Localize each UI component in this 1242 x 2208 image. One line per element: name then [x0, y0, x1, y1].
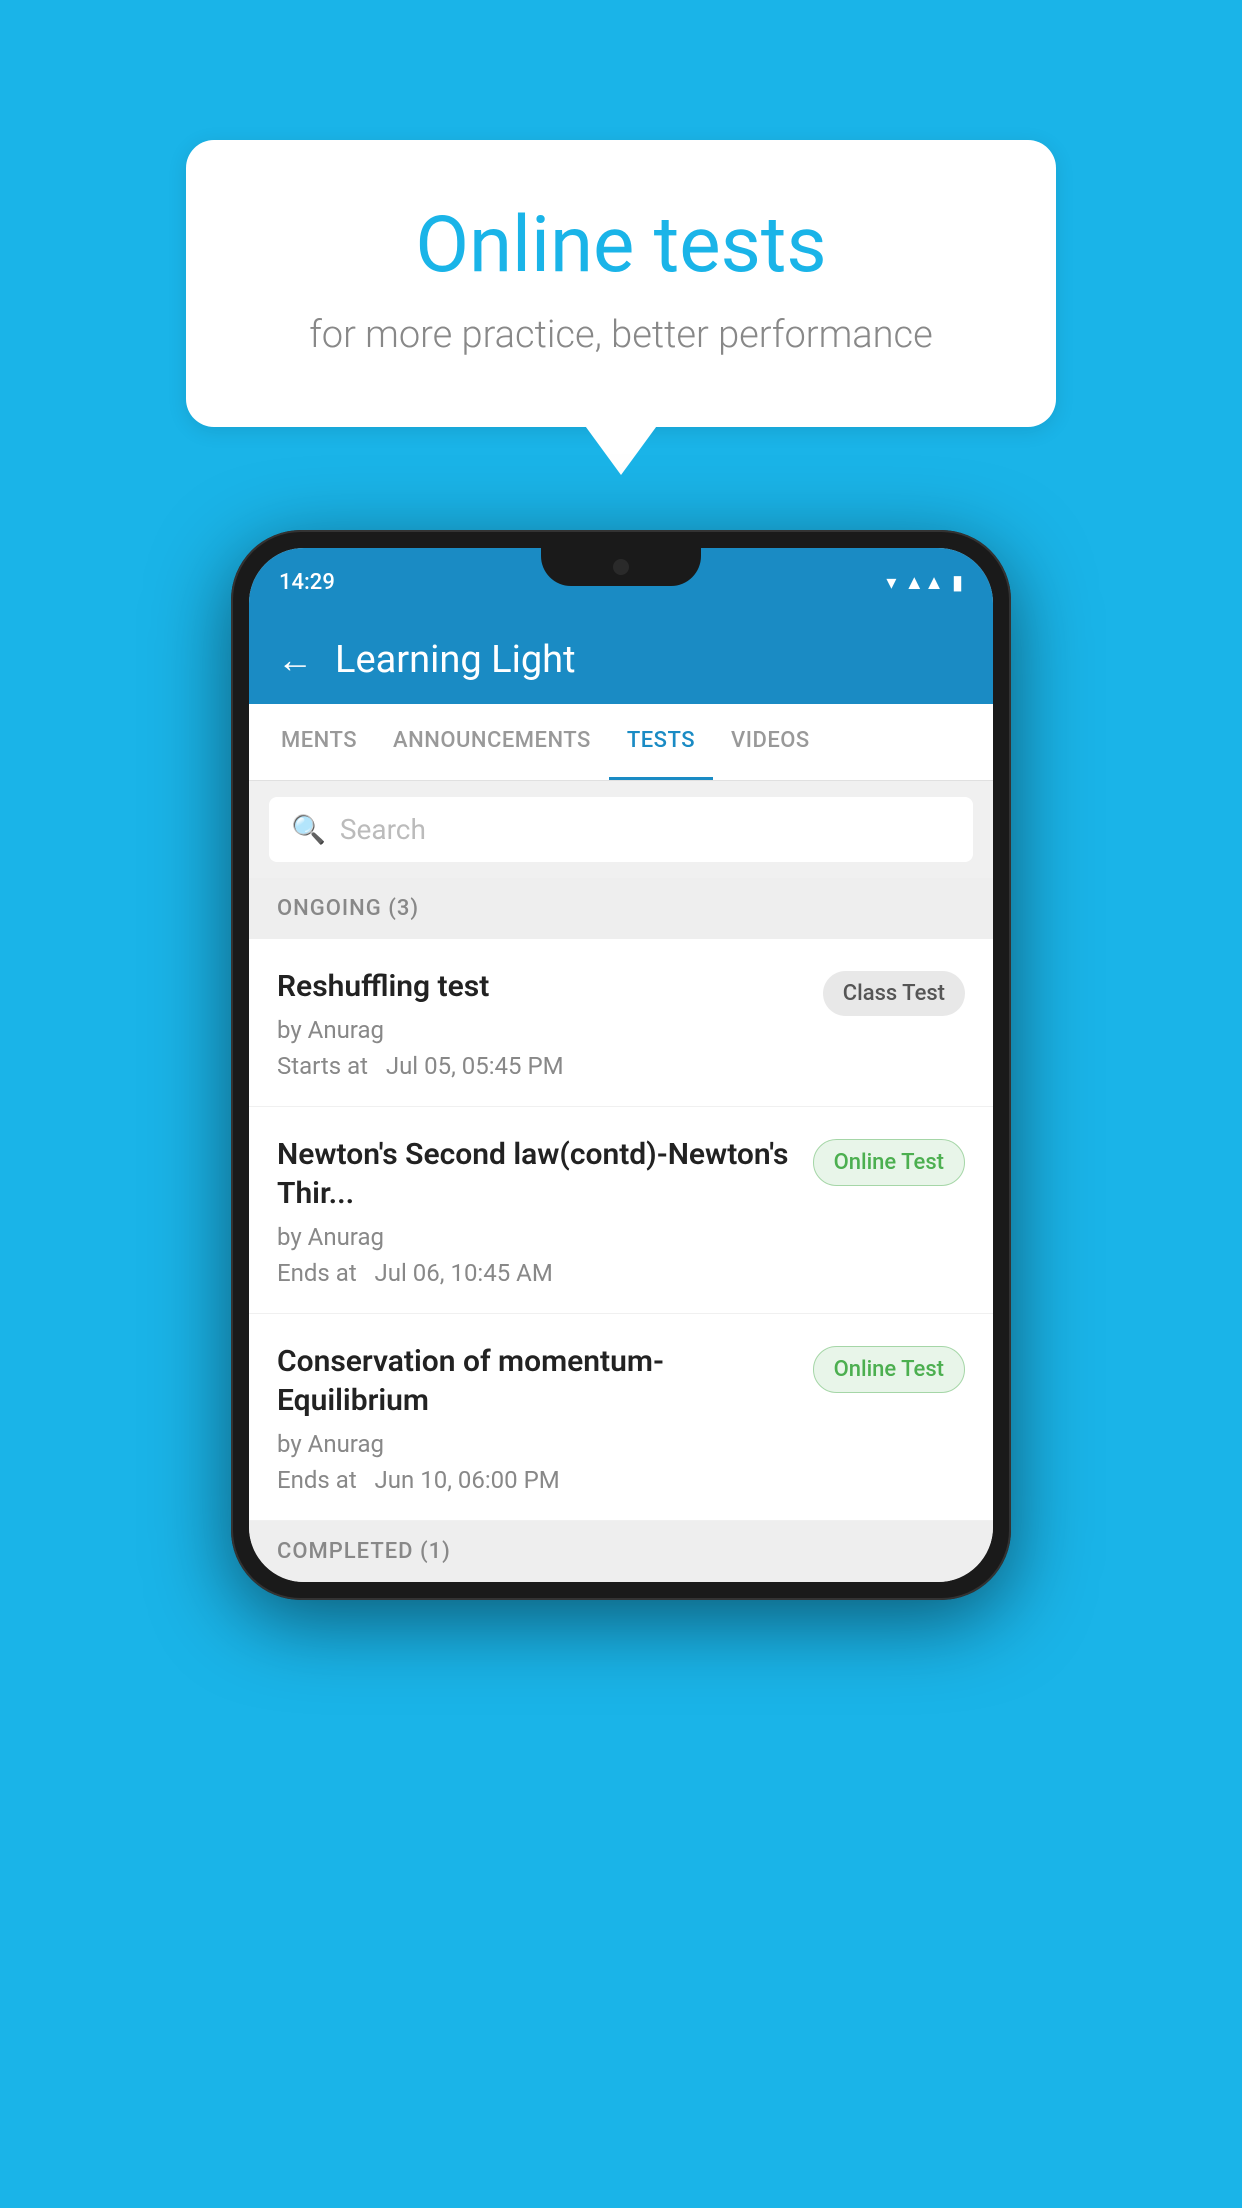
completed-section-header: COMPLETED (1) — [249, 1521, 993, 1582]
test-title-1: Reshuffling test — [277, 967, 803, 1006]
test-item-1[interactable]: Reshuffling test by Anurag Starts at Jul… — [249, 939, 993, 1107]
bubble-subtitle: for more practice, better performance — [266, 313, 976, 357]
phone-container: 14:29 ▾ ▲▲ ▮ ← Learning Light MENTS ANNO… — [231, 530, 1011, 1600]
test-item-3[interactable]: Conservation of momentum-Equilibrium by … — [249, 1314, 993, 1521]
test-list: Reshuffling test by Anurag Starts at Jul… — [249, 939, 993, 1521]
status-bar: 14:29 ▾ ▲▲ ▮ — [249, 548, 993, 616]
back-button[interactable]: ← — [277, 639, 313, 681]
test-title-2: Newton's Second law(contd)-Newton's Thir… — [277, 1135, 793, 1213]
tab-tests[interactable]: TESTS — [609, 704, 713, 780]
test-title-3: Conservation of momentum-Equilibrium — [277, 1342, 793, 1420]
test-item-2[interactable]: Newton's Second law(contd)-Newton's Thir… — [249, 1107, 993, 1314]
test-badge-2: Online Test — [813, 1139, 965, 1186]
search-icon: 🔍 — [291, 813, 326, 846]
app-title: Learning Light — [335, 638, 576, 682]
bubble-title: Online tests — [266, 200, 976, 291]
test-date-3: Ends at Jun 10, 06:00 PM — [277, 1466, 793, 1494]
test-by-1: by Anurag — [277, 1016, 803, 1044]
speech-bubble: Online tests for more practice, better p… — [186, 140, 1056, 427]
phone-screen: 14:29 ▾ ▲▲ ▮ ← Learning Light MENTS ANNO… — [249, 548, 993, 1582]
test-info-1: Reshuffling test by Anurag Starts at Jul… — [277, 967, 823, 1080]
tab-videos[interactable]: VIDEOS — [713, 704, 828, 780]
app-header: ← Learning Light — [249, 616, 993, 704]
search-placeholder: Search — [340, 813, 426, 846]
test-date-2: Ends at Jul 06, 10:45 AM — [277, 1259, 793, 1287]
battery-icon: ▮ — [952, 570, 963, 594]
test-info-3: Conservation of momentum-Equilibrium by … — [277, 1342, 813, 1494]
test-by-3: by Anurag — [277, 1430, 793, 1458]
test-date-1: Starts at Jul 05, 05:45 PM — [277, 1052, 803, 1080]
ongoing-section-header: ONGOING (3) — [249, 878, 993, 939]
search-container: 🔍 Search — [249, 781, 993, 878]
test-info-2: Newton's Second law(contd)-Newton's Thir… — [277, 1135, 813, 1287]
tab-ments[interactable]: MENTS — [263, 704, 375, 780]
speech-bubble-container: Online tests for more practice, better p… — [186, 140, 1056, 427]
status-time: 14:29 — [279, 570, 335, 595]
phone-notch — [541, 548, 701, 586]
test-badge-3: Online Test — [813, 1346, 965, 1393]
tab-announcements[interactable]: ANNOUNCEMENTS — [375, 704, 609, 780]
test-badge-1: Class Test — [823, 971, 965, 1016]
signal-icon: ▲▲ — [904, 570, 944, 595]
search-bar[interactable]: 🔍 Search — [269, 797, 973, 862]
camera — [610, 556, 632, 578]
wifi-icon: ▾ — [886, 570, 896, 594]
status-icons: ▾ ▲▲ ▮ — [886, 570, 963, 595]
test-by-2: by Anurag — [277, 1223, 793, 1251]
tabs-container: MENTS ANNOUNCEMENTS TESTS VIDEOS — [249, 704, 993, 781]
phone-frame: 14:29 ▾ ▲▲ ▮ ← Learning Light MENTS ANNO… — [231, 530, 1011, 1600]
